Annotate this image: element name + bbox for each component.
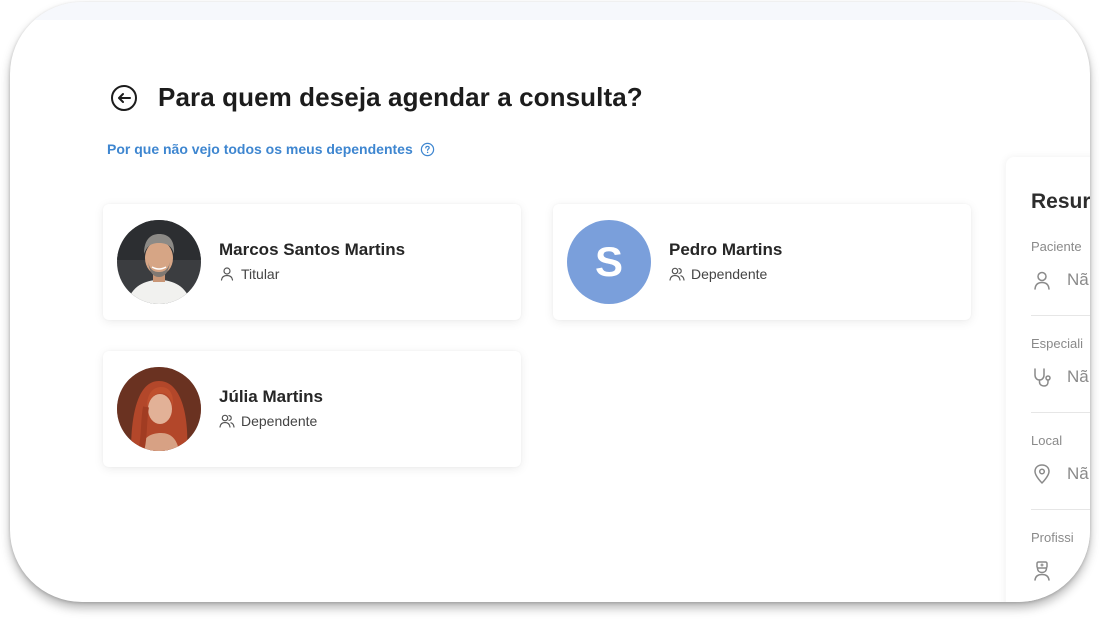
back-arrow-icon[interactable] bbox=[110, 84, 138, 112]
patient-name: Marcos Santos Martins bbox=[219, 240, 406, 259]
divider bbox=[1031, 315, 1090, 316]
summary-specialty-text: Nã bbox=[1067, 367, 1089, 386]
avatar: S bbox=[567, 220, 651, 304]
question-circle-icon bbox=[420, 142, 434, 156]
users-icon bbox=[219, 414, 235, 428]
summary-patient-value: Nã bbox=[1031, 269, 1089, 291]
summary-professional-label: Profissi bbox=[1031, 530, 1074, 545]
top-strip bbox=[10, 2, 1090, 20]
dependents-help-link[interactable]: Por que não vejo todos os meus dependent… bbox=[107, 141, 435, 157]
patient-card-marcos[interactable]: Marcos Santos Martins Titular bbox=[103, 204, 521, 320]
patient-role: Dependente bbox=[219, 413, 317, 429]
users-icon bbox=[669, 267, 685, 281]
page-title: Para quem deseja agendar a consulta? bbox=[158, 82, 643, 112]
app-window: Para quem deseja agendar a consulta? Por… bbox=[10, 2, 1090, 602]
summary-professional-value bbox=[1031, 560, 1053, 582]
divider bbox=[1031, 412, 1090, 413]
user-icon bbox=[1034, 271, 1050, 290]
patient-card-pedro[interactable]: S Pedro Martins Dependente bbox=[553, 204, 971, 320]
summary-patient-label: Paciente bbox=[1031, 239, 1082, 254]
patient-name: Júlia Martins bbox=[219, 387, 323, 406]
summary-specialty-label: Especiali bbox=[1031, 336, 1084, 351]
patient-role: Titular bbox=[219, 266, 279, 282]
patient-role-label: Dependente bbox=[241, 413, 318, 429]
patient-role: Dependente bbox=[669, 266, 767, 282]
avatar bbox=[117, 220, 201, 304]
user-icon bbox=[220, 267, 234, 281]
avatar bbox=[117, 367, 201, 451]
summary-specialty-value: Nã bbox=[1031, 366, 1089, 388]
avatar-photo-man bbox=[117, 220, 201, 304]
summary-title: Resur bbox=[1031, 190, 1090, 213]
avatar-photo-woman bbox=[117, 367, 201, 451]
help-link-label: Por que não vejo todos os meus dependent… bbox=[107, 141, 413, 157]
patient-role-label: Dependente bbox=[691, 266, 768, 282]
map-pin-icon bbox=[1034, 464, 1050, 484]
divider bbox=[1031, 509, 1090, 510]
avatar-initial: S bbox=[594, 238, 623, 285]
summary-location-text: Nã bbox=[1067, 464, 1089, 483]
patient-name: Pedro Martins bbox=[669, 240, 783, 259]
patient-card-julia[interactable]: Júlia Martins Dependente bbox=[103, 351, 521, 467]
summary-patient-text: Nã bbox=[1067, 270, 1089, 289]
summary-location-label: Local bbox=[1031, 433, 1063, 448]
patient-role-label: Titular bbox=[241, 266, 280, 282]
stethoscope-icon bbox=[1034, 368, 1051, 387]
summary-panel: Resur Paciente Nã Especiali Nã Local Nã … bbox=[1006, 157, 1090, 602]
summary-location-value: Nã bbox=[1031, 463, 1089, 485]
doctor-icon bbox=[1034, 561, 1050, 581]
